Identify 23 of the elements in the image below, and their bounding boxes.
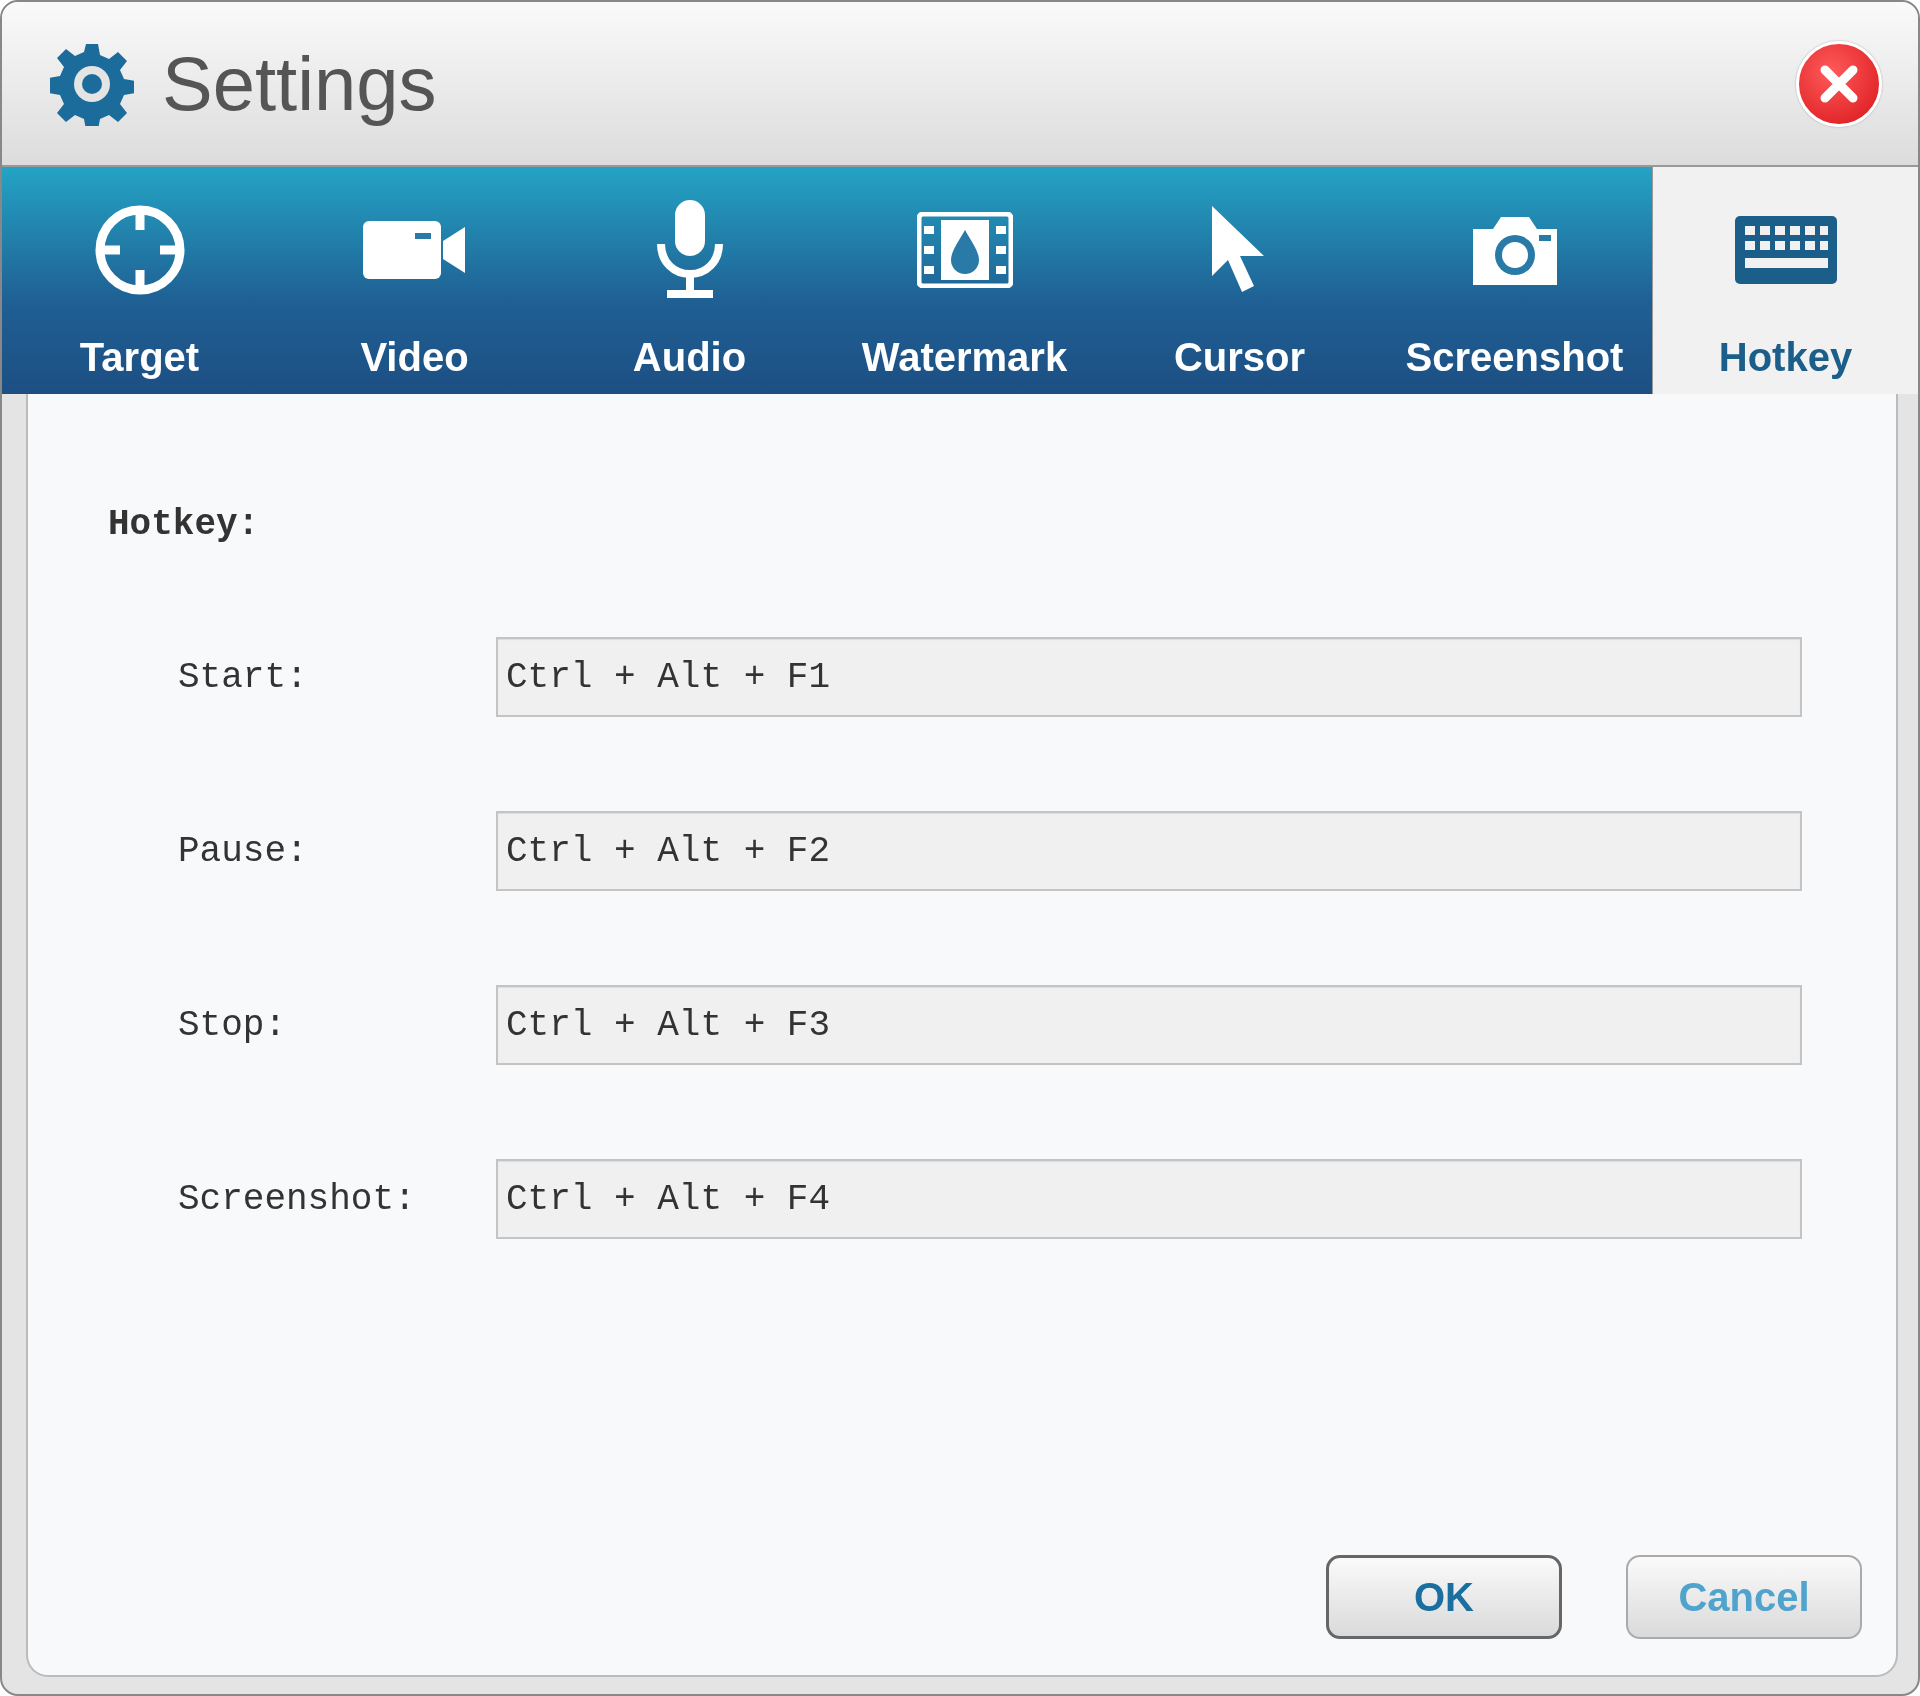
- field-label: Stop:: [177, 1004, 288, 1046]
- field-label: Pause:: [177, 830, 309, 872]
- tab[interactable]: Target: [2, 167, 277, 394]
- tab[interactable]: Video: [277, 167, 552, 394]
- hotkey-field[interactable]: Ctrl + Alt + F2: [496, 811, 1802, 891]
- gear-icon: [50, 41, 134, 126]
- tab[interactable]: Screenshot: [1377, 167, 1652, 394]
- tab[interactable]: Watermark: [827, 167, 1102, 394]
- hotkey-field[interactable]: Ctrl + Alt + F3: [496, 985, 1802, 1065]
- field-label: Screenshot:: [177, 1178, 417, 1220]
- tab[interactable]: Audio: [552, 167, 827, 394]
- tab[interactable]: Cursor: [1102, 167, 1377, 394]
- close-icon: [1819, 63, 1859, 104]
- ok-button[interactable]: OK: [1326, 1555, 1562, 1639]
- tab[interactable]: Hotkey: [1652, 167, 1918, 394]
- window-title: Settings: [162, 40, 437, 127]
- film-drop-icon: [916, 212, 1013, 288]
- field-label: Start:: [177, 656, 309, 698]
- hotkey-field[interactable]: Ctrl + Alt + F4: [496, 1159, 1802, 1239]
- section-heading: Hotkey:: [108, 504, 261, 545]
- keyboard-icon: [1732, 214, 1839, 286]
- hotkey-field[interactable]: Ctrl + Alt + F1: [496, 637, 1802, 717]
- microphone-icon: [654, 200, 725, 300]
